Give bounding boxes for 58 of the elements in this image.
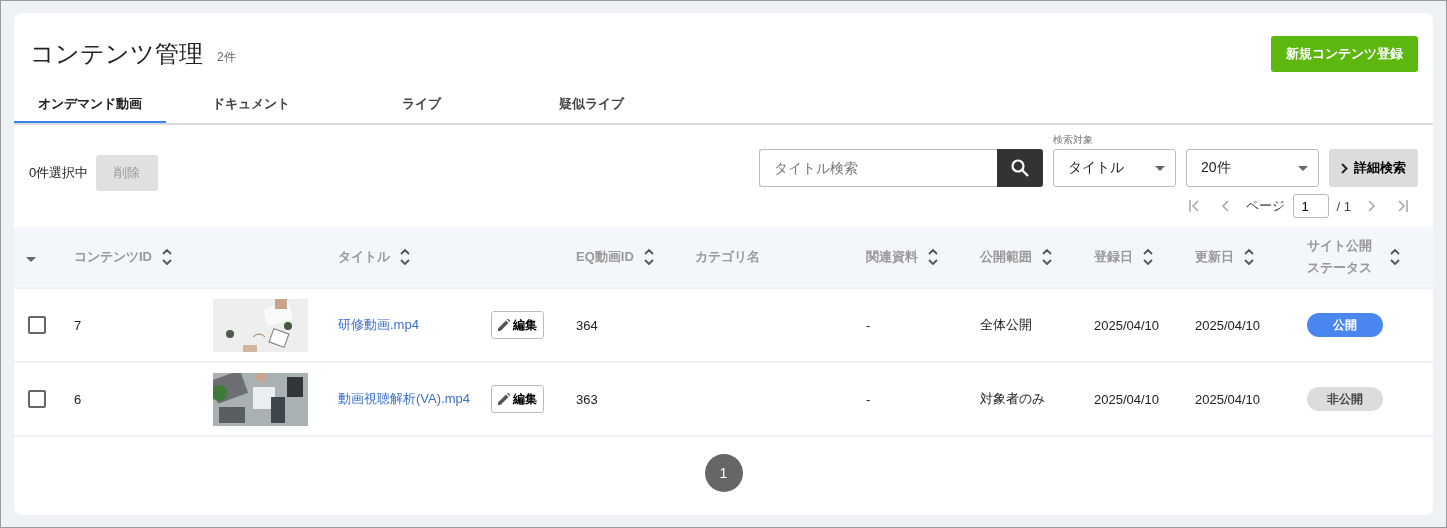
- column-header: カテゴリ名: [695, 248, 760, 266]
- title-link[interactable]: 研修動画.mp4: [338, 316, 419, 334]
- table-cell: 2025/04/10: [1195, 317, 1261, 333]
- caret-icon: [1155, 165, 1165, 171]
- per-page-select[interactable]: 20件: [1186, 149, 1319, 187]
- edit-button[interactable]: 編集: [491, 311, 544, 339]
- caret-icon: [1298, 165, 1308, 171]
- pencil-icon: [498, 319, 510, 331]
- search-icon: [1011, 159, 1029, 177]
- advanced-search-button[interactable]: 詳細検索: [1329, 149, 1418, 187]
- column-header[interactable]: EQ動画ID: [576, 248, 634, 266]
- status-badge: 非公開: [1307, 387, 1383, 411]
- table-cell: 364: [576, 317, 598, 333]
- sort-icon[interactable]: [1244, 248, 1254, 266]
- row-checkbox[interactable]: [28, 316, 46, 334]
- sort-icon[interactable]: [162, 248, 172, 266]
- table-cell: -: [866, 317, 871, 333]
- page-total: / 1: [1336, 198, 1351, 214]
- title-link[interactable]: 動画視聴解析(VA).mp4: [338, 390, 470, 408]
- sort-icon[interactable]: [1042, 248, 1052, 266]
- table-cell: 2025/04/10: [1094, 317, 1160, 333]
- field-label: 検索対象: [1053, 133, 1094, 147]
- column-header[interactable]: タイトル: [338, 248, 390, 266]
- sort-icon[interactable]: [928, 248, 938, 266]
- table-cell: 2025/04/10: [1094, 391, 1160, 407]
- table-cell: 363: [576, 391, 598, 407]
- item-count: 2件: [217, 48, 236, 66]
- search-target-select[interactable]: タイトル: [1053, 149, 1176, 187]
- table-cell: 2025/04/10: [1195, 391, 1261, 407]
- table-cell: 7: [74, 317, 82, 333]
- column-header[interactable]: 公開範囲: [980, 248, 1032, 266]
- page-title: コンテンツ管理: [30, 39, 203, 69]
- search-button[interactable]: [997, 149, 1043, 187]
- caret-icon[interactable]: [26, 256, 36, 262]
- tab[interactable]: オンデマンド動画: [14, 87, 166, 123]
- chevron-right-icon: [1341, 162, 1348, 174]
- row-checkbox[interactable]: [28, 390, 46, 408]
- sort-icon[interactable]: [1389, 248, 1400, 266]
- table-cell: 全体公開: [980, 317, 1032, 332]
- table-cell: -: [866, 391, 871, 407]
- sort-icon[interactable]: [400, 248, 410, 266]
- column-header[interactable]: 関連資料: [866, 248, 918, 266]
- page-label: ページ: [1245, 197, 1285, 215]
- sort-icon[interactable]: [1143, 248, 1153, 266]
- page-number-field[interactable]: 1: [1292, 194, 1329, 218]
- edit-button[interactable]: 編集: [491, 385, 544, 413]
- search-field[interactable]: タイトル検索: [759, 149, 997, 187]
- page-button[interactable]: 1: [704, 454, 743, 492]
- column-header[interactable]: コンテンツID: [74, 248, 152, 266]
- sort-icon[interactable]: [643, 248, 654, 266]
- status-badge: 公開: [1307, 313, 1383, 337]
- table-cell: 6: [74, 391, 82, 407]
- pencil-icon: [498, 393, 510, 405]
- tab[interactable]: ドキュメント: [166, 87, 336, 123]
- tab[interactable]: 疑似ライブ: [506, 87, 676, 123]
- table-cell: 対象者のみ: [980, 391, 1045, 406]
- selection-count: 0件選択中: [29, 164, 89, 182]
- tab[interactable]: ライブ: [336, 87, 506, 123]
